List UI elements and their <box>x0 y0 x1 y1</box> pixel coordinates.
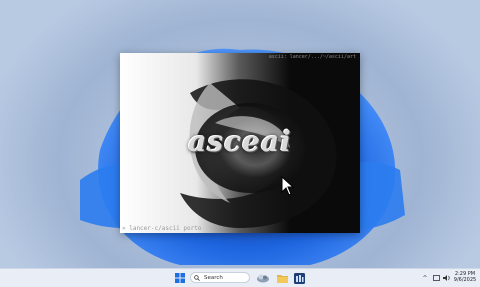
network-volume-icon <box>433 275 450 281</box>
show-hidden-icons-button[interactable]: ^ <box>422 272 428 284</box>
clock-date: 9/6/2025 <box>453 277 477 283</box>
ascii-logo-text: asceai <box>188 125 292 158</box>
file-explorer-button[interactable] <box>276 272 288 284</box>
system-tray[interactable] <box>432 272 452 284</box>
terminal-prompt[interactable]: » lancer-c/ascii porto <box>122 225 201 232</box>
terminal-app-icon <box>293 272 305 284</box>
search-label: Search <box>204 274 223 281</box>
taskbar-search-box[interactable]: Search <box>190 272 250 283</box>
terminal-taskbar-button[interactable] <box>293 272 305 284</box>
windows-logo-icon <box>175 273 185 283</box>
mouse-cursor-icon <box>281 176 295 196</box>
search-icon <box>194 274 200 281</box>
taskbar-clock[interactable]: 2:29 PM 9/6/2025 <box>452 271 478 283</box>
folder-icon <box>276 274 288 283</box>
terminal-title: ascii: lancer/.../~/ascii/art <box>268 54 356 60</box>
widgets-button[interactable] <box>255 272 271 284</box>
start-button[interactable] <box>174 272 186 284</box>
terminal-window[interactable]: ascii: lancer/.../~/ascii/art asceai » l… <box>120 53 360 233</box>
desktop: ascii: lancer/.../~/ascii/art asceai » l… <box>0 0 480 268</box>
widgets-icon <box>257 274 269 283</box>
taskbar: Search ^ 2:29 PM 9/6/2025 <box>0 268 480 287</box>
